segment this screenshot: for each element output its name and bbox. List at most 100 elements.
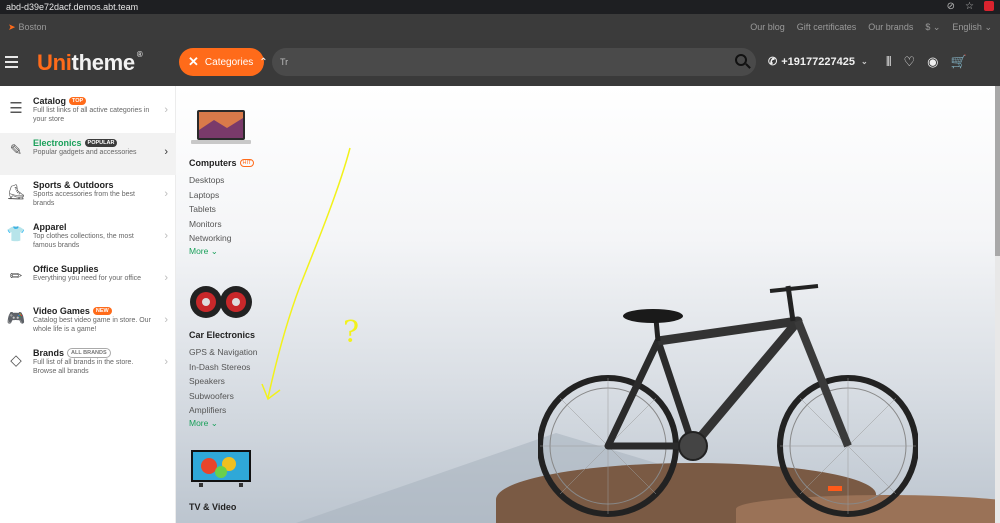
star-icon[interactable]: ☆ [965, 1, 974, 12]
link-amplifiers[interactable]: Amplifiers [189, 405, 226, 415]
currency-selector[interactable]: $ ⌄ [925, 22, 940, 33]
link-gps[interactable]: GPS & Navigation [189, 347, 258, 357]
heart-icon[interactable]: ♡ [903, 54, 915, 70]
badge-top: TOP [69, 97, 87, 105]
badge-popular: POPULAR [84, 139, 118, 147]
sidebar-item-desc: Full list of all brands in the store. Br… [33, 359, 134, 375]
search-value: Tr [280, 57, 289, 67]
sidebar-item-desc: Popular gadgets and accessories [33, 149, 137, 156]
link-laptops[interactable]: Laptops [189, 190, 219, 200]
chevron-down-icon: ⌄ [210, 418, 218, 428]
car-speakers-image[interactable] [189, 282, 253, 322]
link-in-dash-stereos[interactable]: In-Dash Stereos [189, 362, 250, 372]
group-title-text: Computers [189, 158, 237, 168]
sidebar-item-brands[interactable]: ◇ Brands ALL BRANDS Full list of all bran… [0, 343, 176, 385]
chevron-right-icon: › [164, 356, 168, 368]
location-selector[interactable]: ➤ Boston [8, 22, 47, 33]
sidebar-item-title: Catalog [33, 96, 67, 106]
more-link-computers[interactable]: More ⌄ [189, 246, 218, 257]
sidebar-item-office[interactable]: ✏ Office Supplies Everything you need fo… [0, 259, 176, 301]
badge-new: NEW [92, 307, 112, 315]
logo-mark: ® [136, 50, 143, 59]
extension-icon[interactable] [984, 1, 994, 11]
search-icon[interactable] [735, 54, 747, 66]
sidebar-item-catalog[interactable]: ☰ Catalog TOP Full list links of all acti… [0, 91, 176, 133]
link-blog[interactable]: Our blog [750, 22, 785, 33]
group-title-text: Car Electronics [189, 330, 256, 340]
tv-image[interactable] [189, 448, 253, 488]
logo-first: Uni [37, 50, 72, 75]
hero-banner [176, 86, 995, 523]
browser-url[interactable]: abd-d39e72dacf.demos.abt.team [6, 2, 138, 12]
laptop-image[interactable] [189, 108, 253, 148]
close-icon: ✕ [188, 54, 199, 69]
group-title-tv-video[interactable]: TV & Video [189, 502, 236, 512]
mic-off-icon[interactable]: ⊘ [947, 1, 955, 12]
menu-icon[interactable] [5, 56, 18, 71]
sidebar-item-title: Brands [33, 348, 65, 358]
sidebar-item-apparel[interactable]: 👕 Apparel Top clothes collections, the m… [0, 217, 176, 259]
search-input[interactable]: Tr [272, 48, 756, 76]
chevron-right-icon: › [164, 188, 168, 200]
sidebar-item-sports[interactable]: ⛸ Sports & Outdoors Sports accessories f… [0, 175, 176, 217]
phone-dropdown[interactable]: ✆ +19177227425 ⌄ [768, 55, 868, 69]
link-monitors[interactable]: Monitors [189, 219, 222, 229]
browser-icons: ⊘ ☆ [947, 1, 994, 12]
location-label: Boston [18, 22, 47, 32]
phone-number: +19177227425 [781, 55, 855, 68]
link-desktops[interactable]: Desktops [189, 175, 224, 185]
categories-sidebar: ☰ Catalog TOP Full list links of all acti… [0, 86, 176, 523]
link-speakers[interactable]: Speakers [189, 376, 225, 386]
sidebar-item-title: Electronics [33, 138, 82, 148]
browser-address-bar: abd-d39e72dacf.demos.abt.team ⊘ ☆ [0, 0, 1000, 14]
scrollbar[interactable] [995, 86, 1000, 523]
pencil-icon: ✏ [9, 268, 23, 285]
tshirt-icon: 👕 [6, 226, 26, 243]
sidebar-item-desc: Top clothes collections, the most famous… [33, 233, 134, 249]
sidebar-item-title: Sports & Outdoors [33, 180, 114, 190]
badge-hit: HIT [239, 159, 255, 167]
sidebar-item-desc: Sports accessories from the best brands [33, 191, 135, 207]
user-icon[interactable]: ◉ [927, 54, 938, 70]
badge-all-brands: ALL BRANDS [67, 348, 111, 358]
group-title-car-electronics[interactable]: Car Electronics [189, 330, 255, 340]
link-subwoofers[interactable]: Subwoofers [189, 391, 234, 401]
sidebar-item-desc: Catalog best video game in store. Our wh… [33, 317, 151, 333]
group-title-computers[interactable]: Computers HIT [189, 158, 255, 168]
more-label: More [189, 418, 209, 428]
link-gift-certificates[interactable]: Gift certificates [797, 22, 857, 33]
chevron-down-icon: ⌄ [860, 57, 868, 66]
top-links: Our blog Gift certificates Our brands $ … [750, 22, 992, 33]
language-selector[interactable]: English ⌄ [952, 22, 992, 33]
more-label: More [189, 246, 209, 256]
scrollbar-thumb[interactable] [995, 86, 1000, 256]
chevron-right-icon: › [164, 272, 168, 284]
more-link-car-electronics[interactable]: More ⌄ [189, 418, 218, 429]
sidebar-item-video-games[interactable]: 🎮 Video Games NEW Catalog best video game… [0, 301, 176, 343]
language-label: English [952, 21, 982, 32]
currency-label: $ [925, 21, 931, 32]
sidebar-item-desc: Full list links of all active categories… [33, 107, 150, 123]
cart-icon[interactable]: 🛒 [950, 54, 966, 70]
chevron-right-icon: › [164, 314, 168, 326]
chevron-down-icon: ⌄ [932, 21, 941, 32]
site-logo[interactable]: Unitheme ® [37, 50, 143, 76]
diamond-icon: ◇ [10, 352, 22, 369]
link-tablets[interactable]: Tablets [189, 204, 216, 214]
gamepad-icon: 🎮 [6, 310, 26, 327]
link-networking[interactable]: Networking [189, 233, 232, 243]
categories-button[interactable]: ✕ Categories ⌃ [179, 48, 268, 76]
bicycle-image [538, 284, 918, 517]
catalog-list-icon: ☰ [9, 100, 23, 117]
chevron-down-icon: ⌄ [210, 246, 218, 256]
phone-icon: ✆ [768, 56, 778, 68]
chevron-down-icon: ⌄ [984, 21, 992, 32]
top-strip: ➤ Boston Our blog Gift certificates Our … [0, 14, 1000, 40]
chevron-right-icon: › [164, 230, 168, 242]
link-brands[interactable]: Our brands [868, 22, 913, 33]
sidebar-item-electronics[interactable]: ✎ Electronics POPULAR Popular gadgets and… [0, 133, 176, 175]
categories-label: Categories [204, 56, 254, 68]
skate-icon: ⛸ [6, 184, 26, 201]
logo-rest: theme [71, 50, 136, 75]
compare-icon[interactable]: ⫴ [886, 54, 891, 70]
